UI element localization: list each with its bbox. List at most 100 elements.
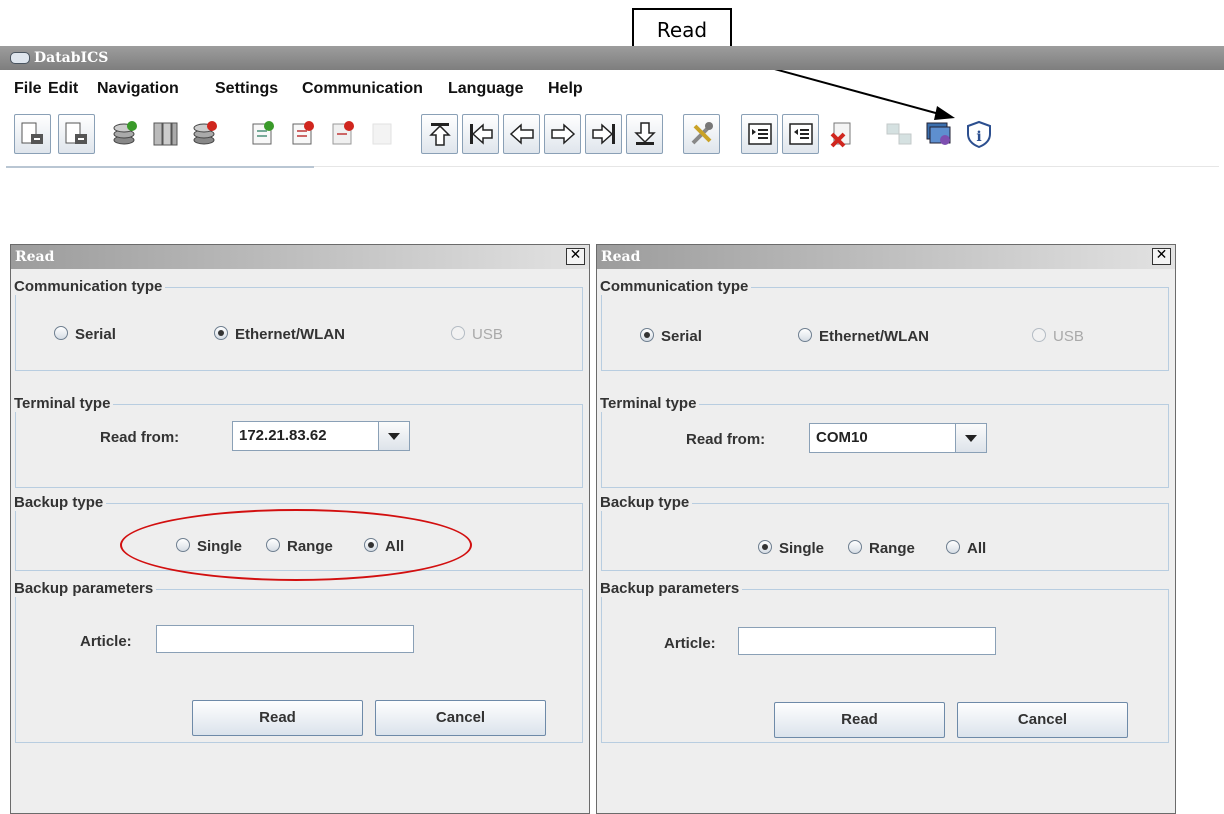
dialog-title-bar: Read ✕	[11, 245, 589, 269]
radio-ethernet-wlan[interactable]: Ethernet/WLAN	[798, 328, 929, 345]
toolbar: i	[0, 108, 1224, 162]
remove-document-button[interactable]	[324, 114, 361, 154]
remove-document-icon	[332, 121, 354, 145]
radio-selected-icon	[758, 540, 772, 554]
radio-all[interactable]: All	[946, 540, 986, 557]
menu-help[interactable]: Help	[548, 80, 583, 98]
group-label: Backup type	[600, 494, 693, 511]
article-label: Article:	[80, 633, 132, 650]
read-button[interactable]: Read	[774, 702, 945, 738]
communication-type-group: Communication type Serial Ethernet/WLAN …	[600, 278, 1169, 371]
radio-serial[interactable]: Serial	[640, 328, 702, 345]
article-input[interactable]	[156, 625, 414, 653]
add-document-button[interactable]	[244, 114, 281, 154]
radio-selected-icon	[214, 326, 228, 340]
disabled-document-button[interactable]	[364, 114, 401, 154]
group-label: Backup parameters	[14, 580, 157, 597]
delete-file-button[interactable]	[823, 114, 860, 154]
backup-type-group: Backup type Single Range All	[600, 494, 1169, 571]
previous-icon	[509, 123, 534, 145]
info-button[interactable]: i	[960, 114, 997, 154]
radio-ethernet-wlan[interactable]: Ethernet/WLAN	[214, 326, 345, 343]
previous-page-button[interactable]	[462, 114, 499, 154]
menu-language[interactable]: Language	[448, 80, 524, 98]
delete-file-icon	[830, 122, 851, 148]
group-label: Communication type	[14, 278, 166, 295]
read-from-label: Read from:	[100, 429, 180, 446]
next-button[interactable]	[544, 114, 581, 154]
dialog-title: Read	[601, 249, 641, 265]
first-record-button[interactable]	[421, 114, 458, 154]
add-database-icon	[113, 121, 137, 145]
write-icon	[748, 123, 772, 145]
read-from-select[interactable]: 172.21.83.62	[232, 421, 410, 451]
communication-type-group: Communication type Serial Ethernet/WLAN …	[14, 278, 583, 371]
menu-file[interactable]: File	[14, 80, 42, 98]
delete-document-icon	[292, 121, 314, 145]
add-document-icon	[252, 121, 274, 145]
radio-icon	[848, 540, 862, 554]
group-label: Backup type	[14, 494, 107, 511]
chevron-down-icon[interactable]	[955, 424, 986, 452]
backup-parameters-group: Backup parameters Article: Read Cancel	[600, 580, 1169, 743]
dialog-title: Read	[15, 249, 55, 265]
next-icon	[551, 123, 576, 145]
tools-button[interactable]	[683, 114, 720, 154]
info-icon: i	[967, 120, 991, 148]
database-list-button[interactable]	[146, 114, 183, 154]
network-icon	[886, 123, 912, 145]
menu-communication[interactable]: Communication	[302, 80, 423, 98]
app-title: DatabICS	[34, 50, 109, 66]
close-icon[interactable]: ✕	[1152, 248, 1171, 265]
read-dialog-serial: Read ✕ Communication type Serial Etherne…	[596, 244, 1176, 814]
radio-selected-icon	[640, 328, 654, 342]
dialog-title-bar: Read ✕	[597, 245, 1175, 269]
chevron-down-icon[interactable]	[378, 422, 409, 450]
group-label: Terminal type	[14, 395, 114, 412]
divider	[314, 166, 1219, 167]
highlight-oval	[120, 509, 472, 581]
add-database-button[interactable]	[106, 114, 143, 154]
read-button-toolbar[interactable]	[782, 114, 819, 154]
cancel-button[interactable]: Cancel	[957, 702, 1128, 738]
close-icon[interactable]: ✕	[566, 248, 585, 265]
radio-range[interactable]: Range	[848, 540, 915, 557]
terminal-type-group: Terminal type Read from: COM10	[600, 395, 1169, 488]
tab-indicator	[6, 166, 314, 168]
cancel-button[interactable]: Cancel	[375, 700, 546, 736]
menu-navigation[interactable]: Navigation	[97, 80, 179, 98]
delete-database-icon	[193, 121, 217, 145]
export-button[interactable]	[58, 114, 95, 154]
write-button[interactable]	[741, 114, 778, 154]
next-page-button[interactable]	[585, 114, 622, 154]
radio-single[interactable]: Single	[758, 540, 824, 557]
last-record-button[interactable]	[626, 114, 663, 154]
callout-arrow	[711, 51, 955, 120]
menu-settings[interactable]: Settings	[215, 80, 278, 98]
radio-serial[interactable]: Serial	[54, 326, 116, 343]
previous-button[interactable]	[503, 114, 540, 154]
svg-text:i: i	[976, 129, 981, 145]
menu-edit[interactable]: Edit	[48, 80, 78, 98]
previous-page-icon	[470, 123, 493, 145]
read-from-select[interactable]: COM10	[809, 423, 987, 453]
import-button[interactable]	[14, 114, 51, 154]
terminal-button[interactable]	[920, 114, 957, 154]
group-label: Terminal type	[600, 395, 700, 412]
app-logo-icon	[10, 52, 30, 64]
radio-usb[interactable]: USB	[451, 326, 503, 343]
network-button[interactable]	[880, 114, 917, 154]
article-input[interactable]	[738, 627, 996, 655]
delete-database-button[interactable]	[186, 114, 223, 154]
radio-usb[interactable]: USB	[1032, 328, 1084, 345]
read-icon	[789, 123, 813, 145]
group-label: Communication type	[600, 278, 752, 295]
terminal-type-group: Terminal type Read from: 172.21.83.62	[14, 395, 583, 488]
article-label: Article:	[664, 635, 716, 652]
database-list-icon	[153, 122, 178, 146]
radio-icon	[1032, 328, 1046, 342]
delete-document-button[interactable]	[284, 114, 321, 154]
backup-parameters-group: Backup parameters Article: Read Cancel	[14, 580, 583, 743]
tools-icon	[691, 122, 713, 145]
read-button[interactable]: Read	[192, 700, 363, 736]
